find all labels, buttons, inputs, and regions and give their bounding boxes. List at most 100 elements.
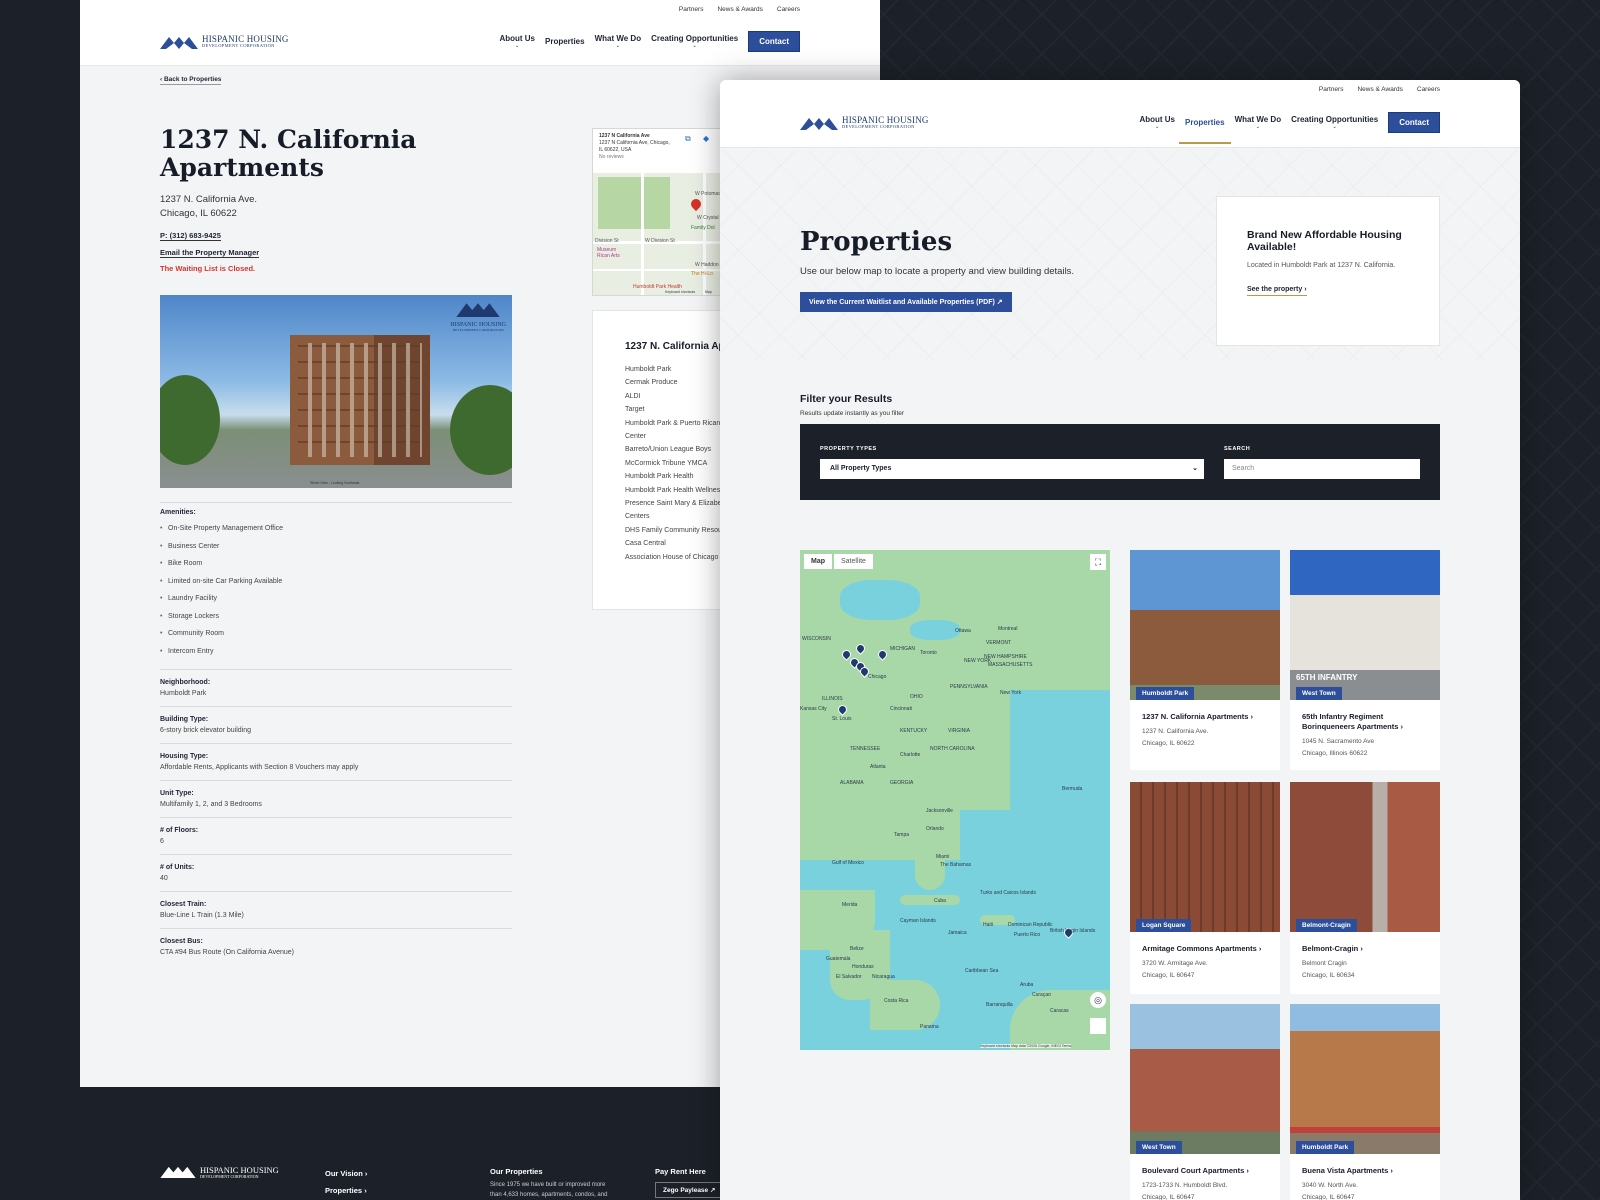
property-card-photo: West Town	[1130, 1004, 1280, 1154]
fullscreen-icon[interactable]: ⛶	[1090, 554, 1106, 570]
directions-icon[interactable]: ◆	[703, 135, 709, 143]
page-subtitle: Use our below map to locate a property a…	[800, 266, 1075, 277]
nav-about[interactable]: About Us ⌄	[499, 34, 535, 49]
footer-properties-link[interactable]: Properties ›	[325, 1186, 367, 1195]
map-tab-map[interactable]: Map	[804, 554, 832, 569]
property-card-title[interactable]: Belmont-Cragin ›	[1290, 932, 1440, 954]
property-card-title[interactable]: 1237 N. California Apartments ›	[1130, 700, 1280, 722]
map-place-label: Miami	[936, 854, 950, 860]
neighborhood-tag: Belmont-Cragin	[1296, 919, 1357, 932]
chevron-right-icon: ›	[1360, 944, 1363, 953]
map-place-label: KENTUCKY	[900, 728, 928, 734]
nav-properties[interactable]: Properties	[1179, 118, 1231, 144]
zoom-control[interactable]	[1090, 1018, 1106, 1034]
search-input[interactable]: Search	[1224, 459, 1420, 479]
map-place-label: Chicago	[868, 674, 887, 680]
tree	[160, 375, 220, 465]
property-card[interactable]: Humboldt Park 1237 N. California Apartmen…	[1130, 550, 1280, 770]
nav-what-we-do[interactable]: What We Do ⌄	[595, 34, 642, 49]
property-card[interactable]: Logan Square Armitage Commons Apartments …	[1130, 782, 1280, 994]
property-card-address: 3040 W. North Ave. Chicago, IL 60647	[1302, 1182, 1358, 1200]
nav-about[interactable]: About Us ⌄	[1139, 115, 1175, 130]
map-place-label: NORTH CAROLINA	[930, 746, 975, 752]
phone-link[interactable]: P: (312) 683-9425	[160, 231, 221, 241]
amenity-item: Community Room	[160, 625, 512, 643]
map-place-label: Kansas City	[800, 706, 827, 712]
service-item: Cermak Produce	[625, 379, 678, 387]
building	[290, 335, 430, 465]
site-logo[interactable]: HISPANIC HOUSING DEVELOPMENT CORPORATION	[160, 34, 289, 49]
service-item: Presence Saint Mary & Elizabeth	[625, 500, 728, 508]
contact-button[interactable]: Contact	[1388, 112, 1440, 133]
property-card[interactable]: Humboldt Park Buena Vista Apartments › 304…	[1290, 1004, 1440, 1200]
property-card-address: 3720 W. Armitage Ave. Chicago, IL 60647	[1142, 960, 1208, 979]
map-place-label: El Salvador	[836, 974, 862, 980]
property-card-title[interactable]: Armitage Commons Apartments ›	[1130, 932, 1280, 954]
property-card[interactable]: West Town Boulevard Court Apartments › 172…	[1130, 1004, 1280, 1200]
main-nav: About Us ⌄ Properties What We Do ⌄ Creatin…	[1139, 112, 1440, 144]
property-card-title[interactable]: 65th Infantry Regiment Borinqueneers Apa…	[1290, 700, 1440, 732]
logo-mark	[456, 303, 500, 317]
site-logo[interactable]: HISPANIC HOUSING DEVELOPMENT CORPORATION	[800, 115, 929, 130]
map-pin-icon[interactable]	[688, 196, 704, 212]
compass-icon[interactable]: ◎	[1090, 992, 1106, 1008]
open-external-icon[interactable]: ⧉	[685, 135, 691, 143]
location-mini-map[interactable]: 1237 N California Ave 1237 N California …	[592, 128, 732, 296]
detail-field-value: CTA #94 Bus Route (On California Avenue)	[160, 949, 294, 956]
see-property-link[interactable]: See the property ›	[1247, 286, 1307, 296]
footer-logo[interactable]: HISPANIC HOUSING DEVELOPMENT CORPORATION	[160, 1165, 279, 1183]
service-item: Centers	[625, 513, 650, 521]
contact-button[interactable]: Contact	[748, 31, 800, 52]
email-manager-link[interactable]: Email the Property Manager	[160, 248, 260, 258]
detail-field-value: Multifamily 1, 2, and 3 Bedrooms	[160, 801, 262, 808]
map-place-label: VIRGINIA	[948, 728, 970, 734]
map-place-label: GEORGIA	[890, 780, 914, 786]
detail-field: Unit Type: Multifamily 1, 2, and 3 Bedroo…	[160, 780, 512, 817]
property-types-select[interactable]: All Property Types ⌄	[820, 459, 1204, 479]
zego-paylease-button[interactable]: Zego Paylease ↗	[655, 1182, 724, 1198]
nav-creating-opportunities[interactable]: Creating Opportunities ⌄	[651, 34, 738, 49]
service-item: Association House of Chicago	[625, 553, 719, 561]
chevron-down-icon: ⌄	[1155, 124, 1160, 130]
map-place-label: St. Louis	[832, 716, 852, 722]
page-title: Properties	[800, 227, 953, 257]
map-place-label: Charlotte	[900, 752, 921, 758]
map-place-label: Ottawa	[955, 628, 971, 634]
property-card[interactable]: Belmont-Cragin Belmont-Cragin › Belmont Cr…	[1290, 782, 1440, 994]
partners-link[interactable]: Partners	[1319, 86, 1344, 93]
property-card-title[interactable]: Buena Vista Apartments ›	[1290, 1154, 1440, 1176]
news-link[interactable]: News & Awards	[717, 6, 762, 13]
map-tab-satellite[interactable]: Satellite	[834, 554, 873, 569]
map-place-label: Puerto Rico	[1014, 932, 1041, 938]
amenity-item: Storage Lockers	[160, 608, 512, 626]
amenities-list: On-Site Property Management OfficeBusine…	[160, 520, 512, 660]
map-place-label: OHIO	[910, 694, 923, 700]
logo-mark	[160, 36, 198, 49]
chevron-right-icon: ›	[1390, 1166, 1393, 1175]
careers-link[interactable]: Careers	[777, 6, 800, 13]
neighborhood-tag: Humboldt Park	[1136, 687, 1195, 700]
service-item: DHS Family Community Resource	[625, 526, 732, 534]
chevron-down-icon: ⌄	[515, 43, 520, 49]
nav-creating-opportunities[interactable]: Creating Opportunities ⌄	[1291, 115, 1378, 130]
detail-field-label: Neighborhood:	[160, 679, 211, 686]
detail-field-label: Building Type:	[160, 716, 209, 723]
back-to-properties-link[interactable]: ‹ Back to Properties	[160, 76, 222, 85]
partners-link[interactable]: Partners	[679, 6, 704, 13]
properties-map[interactable]: Map Satellite ⛶ ◎ WISCONSIN MICHIGAN Ottaw…	[800, 550, 1110, 1050]
property-types-label: PROPERTY TYPES	[820, 446, 877, 452]
property-card[interactable]: 65TH INFANTRY West Town 65th Infantry Regi…	[1290, 550, 1440, 770]
careers-link[interactable]: Careers	[1417, 86, 1440, 93]
property-card-title[interactable]: Boulevard Court Apartments ›	[1130, 1154, 1280, 1176]
nav-what-we-do[interactable]: What We Do ⌄	[1235, 115, 1282, 130]
news-link[interactable]: News & Awards	[1357, 86, 1402, 93]
logo-mark	[160, 1166, 196, 1178]
waitlist-pdf-button[interactable]: View the Current Waitlist and Available …	[800, 292, 1012, 312]
nav-properties[interactable]: Properties	[545, 37, 585, 46]
map-place-label: Caracas	[1050, 1008, 1069, 1014]
detail-field-value: Affordable Rents, Applicants with Sectio…	[160, 764, 359, 771]
map-place-label: Tampa	[894, 832, 910, 838]
logo-line2: DEVELOPMENT CORPORATION	[202, 42, 275, 48]
map-place-label: Merida	[842, 902, 858, 908]
footer-our-vision-link[interactable]: Our Vision ›	[325, 1169, 367, 1178]
